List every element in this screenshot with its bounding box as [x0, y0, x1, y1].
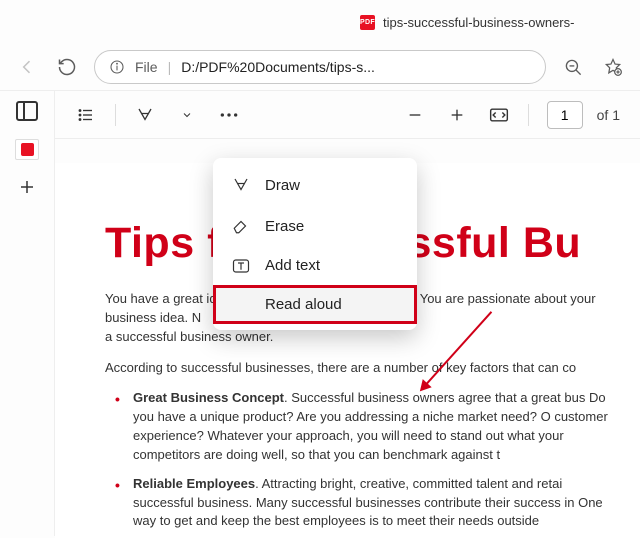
- menu-item-draw[interactable]: Draw: [213, 164, 417, 206]
- page-number-input[interactable]: [547, 101, 583, 129]
- info-icon: [109, 59, 125, 75]
- browser-navbar: File | D:/PDF%20Documents/tips-s...: [0, 44, 640, 90]
- erase-icon: [231, 217, 251, 235]
- address-url: D:/PDF%20Documents/tips-s...: [181, 59, 531, 75]
- menu-item-read-aloud[interactable]: Read aloud: [213, 285, 417, 324]
- list-item: Reliable Employees. Attracting bright, c…: [133, 475, 614, 532]
- address-bar[interactable]: File | D:/PDF%20Documents/tips-s...: [94, 50, 546, 84]
- highlighter-button[interactable]: [128, 98, 162, 132]
- tab-title[interactable]: tips-successful-business-owners-: [383, 15, 574, 30]
- vertical-tabs-toggle[interactable]: [16, 101, 38, 121]
- pdf-mini-icon: [21, 143, 34, 156]
- zoom-out-button[interactable]: [398, 98, 432, 132]
- back-button[interactable]: [14, 54, 40, 80]
- list-item: Great Business Concept. Successful busin…: [133, 389, 614, 464]
- menu-label: Read aloud: [265, 296, 342, 313]
- zoom-out-quick-button[interactable]: [560, 54, 586, 80]
- refresh-button[interactable]: [54, 54, 80, 80]
- text-icon: [231, 258, 251, 274]
- vertical-tab-pdf[interactable]: [15, 139, 39, 160]
- more-tools-menu: Draw Erase Add text Read aloud: [213, 158, 417, 330]
- pdf-favicon-icon: PDF: [360, 15, 375, 30]
- table-of-contents-button[interactable]: [69, 98, 103, 132]
- doc-list: Great Business Concept. Successful busin…: [105, 389, 614, 531]
- fit-page-button[interactable]: [482, 98, 516, 132]
- favorite-button[interactable]: [600, 54, 626, 80]
- new-tab-button[interactable]: [18, 178, 36, 196]
- highlighter-dropdown[interactable]: [170, 98, 204, 132]
- doc-paragraph: According to successful businesses, ther…: [105, 359, 614, 378]
- menu-label: Draw: [265, 177, 300, 194]
- page-total-label: of 1: [591, 107, 626, 123]
- menu-item-add-text[interactable]: Add text: [213, 246, 417, 285]
- menu-label: Erase: [265, 218, 304, 235]
- toolbar-divider: [115, 104, 116, 126]
- toolbar-divider: [528, 104, 529, 126]
- draw-icon: [231, 175, 251, 195]
- address-separator: |: [168, 59, 172, 75]
- address-source-label: File: [135, 59, 158, 75]
- tabs-icon: [16, 101, 38, 121]
- zoom-in-button[interactable]: [440, 98, 474, 132]
- more-tools-button[interactable]: [212, 98, 246, 132]
- browser-tabstrip: PDF tips-successful-business-owners-: [0, 0, 640, 44]
- menu-label: Add text: [265, 257, 320, 274]
- pdf-toolbar: of 1: [55, 91, 640, 139]
- menu-item-erase[interactable]: Erase: [213, 206, 417, 246]
- vertical-tabs: [0, 91, 54, 536]
